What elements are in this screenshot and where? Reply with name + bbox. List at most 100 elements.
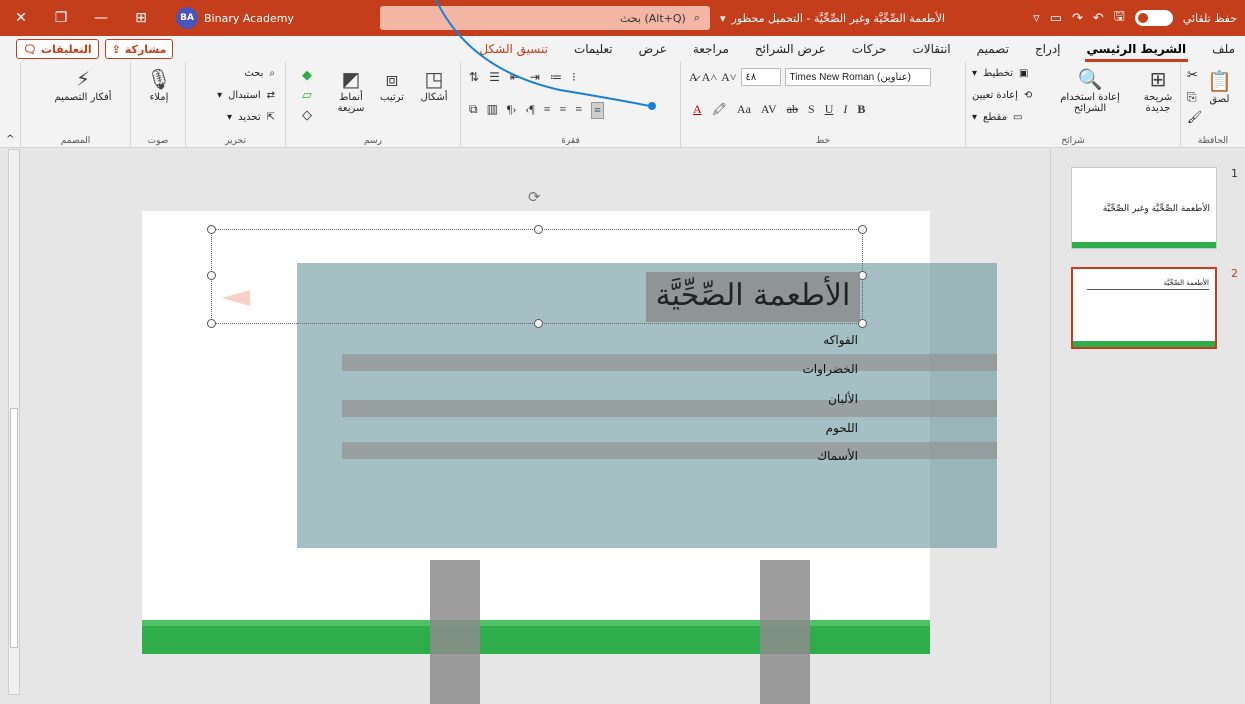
tab-review[interactable]: مراجعة: [691, 36, 731, 62]
copy-icon[interactable]: ⎘: [1187, 90, 1197, 105]
account-button[interactable]: BA Binary Academy: [176, 7, 294, 29]
bullet-item[interactable]: الخضراوات: [738, 362, 858, 376]
align-center-icon[interactable]: ≡: [575, 102, 582, 119]
shape-effects-icon[interactable]: ◇: [302, 108, 312, 123]
tab-shape-format[interactable]: تنسيق الشكل: [477, 36, 550, 62]
ribbon-display-icon[interactable]: ⊞: [130, 7, 152, 29]
layout-button[interactable]: ▣ تخطيط ▾: [972, 68, 1028, 79]
tab-home[interactable]: الشريط الرئيسي: [1084, 36, 1189, 62]
comments-button[interactable]: 🗨 التعليقات: [16, 39, 99, 59]
rotate-handle-icon[interactable]: ⟳: [528, 188, 541, 206]
replace-button[interactable]: ⇄ استبدال ▾: [217, 90, 275, 101]
decrease-indent-icon[interactable]: ⇤: [510, 70, 520, 85]
tab-view[interactable]: عرض: [637, 36, 669, 62]
ltr-icon[interactable]: ¶›: [507, 102, 516, 119]
paste-icon: 📋: [1207, 69, 1232, 93]
quick-styles-icon: ◩: [341, 67, 361, 91]
bullet-item[interactable]: الفواكه: [738, 333, 858, 347]
collapse-ribbon-icon[interactable]: ^: [6, 134, 14, 145]
columns-icon[interactable]: ▥: [487, 102, 498, 119]
increase-indent-icon[interactable]: ⇥: [530, 70, 540, 85]
text-direction-icon[interactable]: ⇅: [469, 70, 479, 85]
find-button[interactable]: ⌕ بحث: [244, 68, 275, 79]
paste-button[interactable]: 📋 لصق: [1207, 68, 1232, 105]
shapes-button[interactable]: ◳ أشكال: [412, 66, 456, 103]
font-name-box[interactable]: Times New Roman (عناوين): [784, 68, 931, 86]
paragraph-row-2: ⧉ ▥ ¶› ‹¶ ≡ ≡ ≡ ≡: [469, 102, 604, 119]
quick-styles-button[interactable]: ◩ أنماط سريعة: [330, 66, 372, 114]
tab-insert[interactable]: إدراج: [1033, 36, 1063, 62]
italic-icon[interactable]: I: [843, 102, 847, 117]
tab-slideshow[interactable]: عرض الشرائح: [753, 36, 828, 62]
select-button[interactable]: ⇱ تحديد ▾: [227, 112, 275, 123]
bullet-item[interactable]: اللحوم: [738, 421, 858, 435]
dictate-button[interactable]: 🎙 إملاء: [139, 66, 179, 103]
tab-help[interactable]: تعليمات: [572, 36, 615, 62]
change-case-icon[interactable]: Aa: [737, 102, 751, 117]
underline-icon[interactable]: U: [825, 102, 834, 117]
arrange-label: ترتيب: [380, 92, 404, 103]
present-icon[interactable]: ▭: [1050, 11, 1062, 26]
rtl-icon[interactable]: ‹¶: [525, 102, 534, 119]
resize-handle[interactable]: [207, 319, 216, 328]
minimize-icon[interactable]: —: [90, 7, 112, 29]
undo-icon[interactable]: ↶: [1093, 11, 1104, 26]
justify-icon[interactable]: ≡: [544, 102, 551, 119]
resize-handle[interactable]: [534, 225, 543, 234]
smartart-icon[interactable]: ⧉: [469, 102, 478, 119]
tab-design[interactable]: تصميم: [975, 36, 1011, 62]
numbering-icon[interactable]: ≔: [550, 70, 562, 85]
tab-transitions[interactable]: انتقالات: [910, 36, 952, 62]
chevron-down-icon: ▾: [720, 11, 726, 25]
design-ideas-button[interactable]: ⚡ أفكار التصميم: [51, 66, 115, 103]
cut-icon[interactable]: ✂: [1187, 68, 1198, 83]
resize-handle[interactable]: [207, 271, 216, 280]
resize-handle[interactable]: [207, 225, 216, 234]
tab-file[interactable]: ملف: [1210, 36, 1237, 62]
reuse-slides-button[interactable]: 🔍 إعادة استخدام الشرائح: [1048, 66, 1132, 114]
reset-button[interactable]: ⟲ إعادة تعيين: [972, 90, 1032, 101]
section-button[interactable]: ▭ مقطع ▾: [972, 112, 1022, 123]
watermark-line: [342, 354, 997, 371]
close-icon[interactable]: ✕: [10, 7, 32, 29]
restore-icon[interactable]: ❐: [50, 7, 72, 29]
redo-icon[interactable]: ↷: [1072, 11, 1083, 26]
arrange-button[interactable]: ⧈ ترتيب: [372, 66, 412, 103]
font-size-box[interactable]: ٤٨: [740, 68, 781, 86]
share-button[interactable]: ⇪ مشاركة: [104, 39, 174, 59]
bold-icon[interactable]: B: [857, 102, 865, 117]
align-right-icon[interactable]: ≡: [591, 102, 604, 119]
slide-thumbnail-selected[interactable]: الأطعمة الصِّحِّيَّة: [1071, 267, 1217, 349]
char-spacing-icon[interactable]: AV: [761, 102, 777, 117]
shadow-icon[interactable]: S: [808, 102, 815, 117]
resize-handle[interactable]: [534, 319, 543, 328]
bullet-item[interactable]: الأسماك: [738, 449, 858, 463]
highlight-icon[interactable]: 🖍: [712, 102, 727, 117]
bullets-icon[interactable]: ⁝: [572, 70, 576, 85]
format-painter-icon[interactable]: 🖌: [1187, 110, 1202, 124]
customize-toolbar-icon[interactable]: ▿: [1033, 11, 1040, 26]
new-slide-button[interactable]: ⊞ شريحة جديدة: [1136, 66, 1180, 114]
save-icon[interactable]: 🖫: [1114, 7, 1125, 29]
scrollbar-thumb[interactable]: [10, 408, 18, 648]
line-spacing-icon[interactable]: ☰: [489, 70, 500, 85]
decrease-font-icon[interactable]: A˅: [721, 70, 736, 85]
autosave-toggle[interactable]: [1134, 10, 1173, 26]
find-label: بحث: [244, 68, 264, 79]
tab-animations[interactable]: حركات: [850, 36, 889, 62]
vertical-scrollbar[interactable]: [8, 149, 20, 695]
increase-font-icon[interactable]: A˄: [702, 70, 717, 85]
slide-title[interactable]: الأطعمة الصِّحِّيَّة: [646, 272, 860, 322]
shape-outline-icon[interactable]: ▱: [302, 88, 312, 103]
strikethrough-icon[interactable]: ab: [787, 102, 798, 117]
document-title[interactable]: الأطعمة الصِّحِّيَّة وغير الصِّحِّيَّة -…: [720, 0, 945, 36]
slide-thumbnail[interactable]: الأطعمة الصِّحِّيَّة وغير الصِّحِّيَّة: [1071, 167, 1217, 249]
resize-handle[interactable]: [858, 225, 867, 234]
shape-fill-icon[interactable]: ◆: [302, 68, 312, 83]
thumbnail-rule: [1087, 289, 1209, 290]
font-color-icon[interactable]: A: [693, 102, 702, 117]
align-left-icon[interactable]: ≡: [560, 102, 567, 119]
search-box[interactable]: بحث (Alt+Q) ⌕: [380, 6, 710, 30]
clear-formatting-icon[interactable]: A̷: [689, 70, 698, 85]
bullet-item[interactable]: الألبان: [738, 392, 858, 406]
